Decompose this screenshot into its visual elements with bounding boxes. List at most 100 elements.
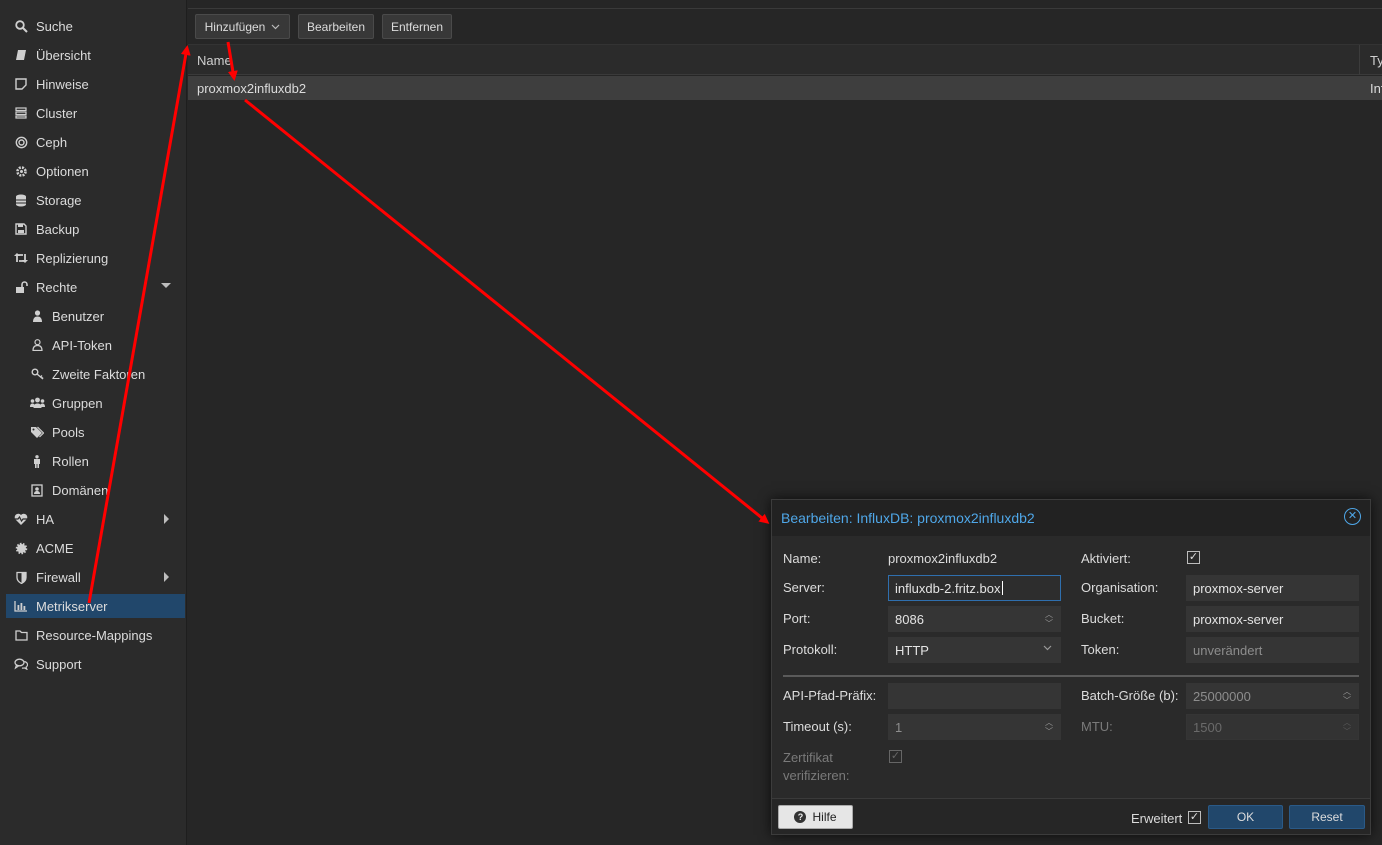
sidebar-item-support[interactable]: Support: [6, 652, 185, 676]
sidebar: Suche Übersicht Hinweise Cluster Ceph Op…: [0, 0, 187, 845]
bucket-input[interactable]: proxmox-server: [1186, 606, 1359, 632]
chevron-down-icon[interactable]: [1043, 643, 1052, 654]
sidebar-item-rollen[interactable]: Rollen: [6, 449, 185, 473]
gear-icon: [10, 165, 32, 178]
sidebar-item-backup[interactable]: Backup: [6, 217, 185, 241]
sidebar-item-uebersicht[interactable]: Übersicht: [6, 43, 185, 67]
dialog-title: Bearbeiten: InfluxDB: proxmox2influxdb2: [781, 510, 1035, 526]
tags-icon: [26, 426, 48, 438]
sidebar-item-resource-mappings[interactable]: Resource-Mappings: [6, 623, 185, 647]
batch-size-input[interactable]: 25000000 ︿ ﹀: [1186, 683, 1359, 709]
reset-button[interactable]: Reset: [1289, 805, 1365, 829]
sidebar-item-label: Cluster: [36, 105, 78, 121]
bucket-input-value: proxmox-server: [1193, 611, 1284, 627]
chevron-down-icon[interactable]: [161, 283, 171, 288]
column-header-name[interactable]: Name: [197, 53, 232, 68]
sidebar-item-label: Optionen: [36, 163, 89, 179]
cell-type: Inf: [1370, 81, 1382, 96]
token-placeholder: unverändert: [1193, 642, 1263, 658]
table-row[interactable]: proxmox2influxdb2 Inf: [188, 76, 1382, 100]
sidebar-item-label: Resource-Mappings: [36, 627, 153, 643]
sidebar-item-pools[interactable]: Pools: [6, 420, 185, 444]
sidebar-item-firewall[interactable]: Firewall: [6, 565, 185, 589]
organisation-input-value: proxmox-server: [1193, 580, 1284, 596]
protocol-select[interactable]: HTTP: [888, 637, 1061, 663]
sidebar-item-label: Metrikserver: [36, 598, 108, 614]
sidebar-item-suche[interactable]: Suche: [6, 14, 185, 38]
top-divider: [188, 8, 1382, 9]
sidebar-item-cluster[interactable]: Cluster: [6, 101, 185, 125]
token-label: Token:: [1081, 642, 1120, 657]
advanced-checkbox[interactable]: ✓: [1188, 811, 1201, 824]
sidebar-item-label: Pools: [52, 424, 85, 440]
port-input[interactable]: 8086 ︿ ﹀: [888, 606, 1061, 632]
sidebar-item-acme[interactable]: ACME: [6, 536, 185, 560]
token-input[interactable]: unverändert: [1186, 637, 1359, 663]
server-label: Server:: [783, 580, 825, 595]
name-value: proxmox2influxdb2: [888, 551, 998, 566]
sidebar-item-label: Zweite Faktoren: [52, 366, 146, 382]
sidebar-item-optionen[interactable]: Optionen: [6, 159, 185, 183]
sidebar-item-metrikserver[interactable]: Metrikserver: [6, 594, 185, 618]
protocol-label: Protokoll:: [783, 642, 838, 657]
sidebar-item-label: Ceph: [36, 134, 68, 150]
close-icon[interactable]: ✕: [1344, 508, 1361, 525]
sidebar-item-rechte[interactable]: Rechte: [6, 275, 185, 299]
advanced-label: Erweitert: [1131, 811, 1183, 826]
server-input[interactable]: influxdb-2.fritz.box: [888, 575, 1061, 601]
retweet-icon: [10, 252, 32, 264]
spinner-icon[interactable]: ︿ ﹀: [1045, 610, 1053, 628]
sidebar-item-api-token[interactable]: API-Token: [6, 333, 185, 357]
column-header-type[interactable]: Ty: [1370, 53, 1382, 68]
sidebar-item-domaenen[interactable]: Domänen: [6, 478, 185, 502]
add-button[interactable]: Hinzufügen: [195, 14, 290, 39]
chevron-down-icon: [271, 22, 280, 32]
enabled-checkbox[interactable]: ✓: [1187, 551, 1200, 564]
sidebar-item-ha[interactable]: HA: [6, 507, 185, 531]
api-prefix-label: API-Pfad-Präfix:: [783, 688, 877, 703]
spinner-icon[interactable]: ︿ ﹀: [1343, 687, 1351, 705]
timeout-input[interactable]: 1 ︿ ﹀: [888, 714, 1061, 740]
timeout-label: Timeout (s):: [783, 719, 852, 734]
verify-cert-label-line1: Zertifikat: [783, 750, 833, 765]
remove-button[interactable]: Entfernen: [382, 14, 452, 39]
edit-button[interactable]: Bearbeiten: [298, 14, 374, 39]
sidebar-item-label: Rollen: [52, 453, 89, 469]
bar-chart-icon: [10, 600, 32, 612]
sidebar-item-hinweise[interactable]: Hinweise: [6, 72, 185, 96]
search-icon: [10, 19, 32, 33]
note-icon: [10, 78, 32, 90]
chevron-right-icon[interactable]: [164, 572, 169, 582]
mtu-label: MTU:: [1081, 719, 1113, 734]
sidebar-item-label: HA: [36, 511, 55, 527]
sidebar-item-replizierung[interactable]: Replizierung: [6, 246, 185, 270]
sidebar-item-benutzer[interactable]: Benutzer: [6, 304, 185, 328]
sidebar-item-label: Storage: [36, 192, 82, 208]
enabled-label: Aktiviert:: [1081, 551, 1131, 566]
organisation-label: Organisation:: [1081, 580, 1159, 595]
sidebar-item-zweite-faktoren[interactable]: Zweite Faktoren: [6, 362, 185, 386]
certificate-icon: [10, 542, 32, 555]
bucket-label: Bucket:: [1081, 611, 1125, 626]
edit-metric-server-dialog: Bearbeiten: InfluxDB: proxmox2influxdb2 …: [771, 499, 1371, 835]
spinner-icon[interactable]: ︿ ﹀: [1045, 718, 1053, 736]
sidebar-item-label: ACME: [36, 540, 74, 556]
sidebar-item-label: Backup: [36, 221, 80, 237]
edit-button-label: Bearbeiten: [306, 19, 366, 34]
sidebar-item-gruppen[interactable]: Gruppen: [6, 391, 185, 415]
cell-name: proxmox2influxdb2: [197, 81, 307, 96]
verify-cert-label-line2: verifizieren:: [783, 768, 850, 783]
api-prefix-input[interactable]: [888, 683, 1061, 709]
ok-button-label: OK: [1236, 810, 1255, 824]
server-input-value: influxdb-2.fritz.box: [895, 580, 1001, 596]
sidebar-item-ceph[interactable]: Ceph: [6, 130, 185, 154]
chevron-right-icon[interactable]: [164, 514, 169, 524]
sidebar-item-storage[interactable]: Storage: [6, 188, 185, 212]
organisation-input[interactable]: proxmox-server: [1186, 575, 1359, 601]
help-button[interactable]: ? Hilfe: [778, 805, 853, 829]
column-separator[interactable]: [1359, 45, 1360, 75]
ok-button[interactable]: OK: [1208, 805, 1283, 829]
port-label: Port:: [783, 611, 811, 626]
key-icon: [26, 368, 48, 380]
batch-size-placeholder: 25000000: [1193, 688, 1251, 704]
